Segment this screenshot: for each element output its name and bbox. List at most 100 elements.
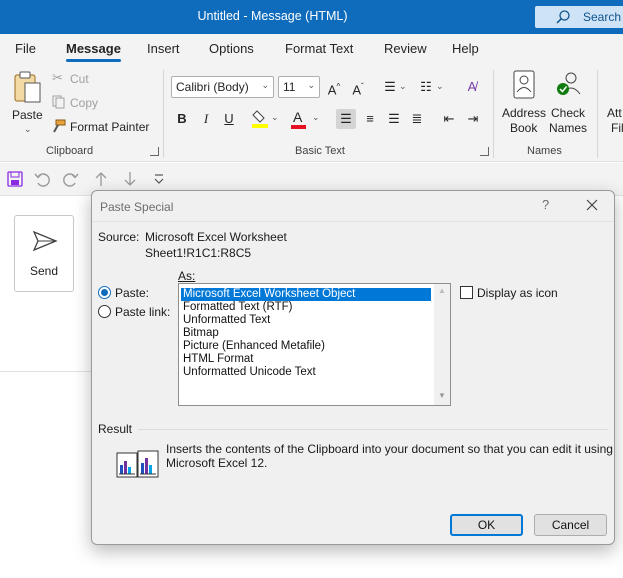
- result-divider: [138, 429, 608, 430]
- result-description-2: Microsoft Excel 12.: [166, 456, 268, 470]
- paste-radio[interactable]: [98, 286, 111, 299]
- basic-text-launcher-icon[interactable]: [480, 147, 489, 156]
- search-box[interactable]: Search: [535, 6, 623, 28]
- copy-label: Copy: [70, 96, 99, 110]
- chevron-down-icon: ⌄: [261, 80, 269, 90]
- bullets-icon[interactable]: ☰: [380, 77, 400, 97]
- paste-button[interactable]: Paste ⌄: [8, 70, 48, 140]
- decrease-indent-icon[interactable]: ⇤: [439, 109, 459, 129]
- result-description-1: Inserts the contents of the Clipboard in…: [166, 442, 613, 456]
- paste-label: Paste: [12, 108, 43, 122]
- chevron-down-icon: ⌄: [24, 124, 32, 134]
- tab-message[interactable]: Message: [66, 41, 121, 62]
- ribbon: Paste ⌄ ✂ Cut Copy Format Painter Clipbo…: [0, 64, 623, 162]
- font-name-select[interactable]: Calibri (Body) ⌄: [171, 76, 274, 98]
- arrow-up-icon[interactable]: [92, 170, 110, 188]
- redo-icon[interactable]: [62, 170, 80, 188]
- ok-button[interactable]: OK: [450, 514, 523, 536]
- excel-object-icon: [116, 450, 159, 478]
- chevron-down-icon: ⌄: [312, 112, 320, 122]
- font-color-swatch: [291, 125, 306, 129]
- numbering-icon[interactable]: ☷: [416, 77, 436, 97]
- copy-icon: [52, 95, 65, 109]
- arrow-down-icon[interactable]: [121, 170, 139, 188]
- check-names-button[interactable]: Check Names: [548, 70, 592, 142]
- scissors-icon: ✂: [52, 70, 63, 85]
- increase-indent-icon[interactable]: ⇥: [463, 109, 483, 129]
- bold-button[interactable]: B: [172, 109, 192, 129]
- window-title: Untitled - Message (HTML): [197, 9, 348, 23]
- scroll-up-icon[interactable]: ▲: [438, 286, 446, 295]
- group-separator: [163, 70, 164, 158]
- send-button[interactable]: Send: [14, 215, 74, 292]
- justify-icon[interactable]: ≣: [407, 109, 427, 129]
- clear-formatting-icon[interactable]: A̸: [462, 77, 482, 97]
- title-divider: [92, 221, 614, 222]
- source-value: Microsoft Excel Worksheet: [145, 230, 287, 244]
- grow-font-icon[interactable]: A^: [324, 77, 344, 97]
- group-separator: [493, 70, 494, 158]
- close-icon[interactable]: [586, 199, 598, 211]
- align-center-icon[interactable]: ≡: [360, 109, 380, 129]
- align-left-icon[interactable]: ☰: [336, 109, 356, 129]
- display-as-icon-checkbox[interactable]: [460, 286, 473, 299]
- underline-button[interactable]: U: [219, 109, 239, 129]
- customize-toolbar-icon[interactable]: [150, 170, 168, 188]
- font-name-value: Calibri (Body): [176, 80, 249, 94]
- format-painter-button[interactable]: Format Painter: [52, 118, 152, 136]
- highlighter-icon: [252, 110, 268, 128]
- attach-file-label-1[interactable]: Att: [607, 106, 622, 120]
- format-listbox[interactable]: Microsoft Excel Worksheet Object Formatt…: [178, 283, 451, 406]
- list-item[interactable]: Picture (Enhanced Metafile): [181, 340, 431, 353]
- clipboard-launcher-icon[interactable]: [150, 147, 159, 156]
- send-icon: [32, 230, 58, 252]
- source-label: Source:: [98, 230, 140, 244]
- font-color-button[interactable]: A ⌄: [290, 109, 320, 131]
- list-item[interactable]: Formatted Text (RTF): [181, 301, 431, 314]
- align-right-icon[interactable]: ☰: [384, 109, 404, 129]
- font-color-icon: A: [293, 109, 303, 125]
- chevron-down-icon[interactable]: ⌄: [399, 81, 407, 92]
- search-label: Search: [583, 10, 622, 24]
- help-button[interactable]: ?: [542, 197, 549, 212]
- tab-format-text[interactable]: Format Text: [285, 41, 353, 56]
- chevron-down-icon[interactable]: ⌄: [436, 81, 444, 92]
- ribbon-tabs: File Message Insert Options Format Text …: [0, 34, 623, 64]
- cancel-button[interactable]: Cancel: [534, 514, 607, 536]
- display-as-icon-label[interactable]: Display as icon: [477, 286, 558, 300]
- paste-radio-label[interactable]: Paste:: [115, 286, 149, 300]
- check-names-label-1: Check: [551, 106, 586, 120]
- address-book-button[interactable]: Address Book: [498, 70, 550, 142]
- address-book-label-2: Book: [510, 121, 538, 135]
- list-item[interactable]: HTML Format: [181, 353, 431, 366]
- paste-icon: [14, 71, 41, 103]
- search-icon: [556, 10, 570, 24]
- tab-insert[interactable]: Insert: [147, 41, 180, 56]
- as-label: As:: [178, 269, 196, 283]
- highlight-button[interactable]: ⌄: [251, 109, 281, 131]
- shrink-font-icon[interactable]: Aˇ: [348, 77, 368, 97]
- tab-file[interactable]: File: [15, 41, 36, 56]
- font-size-select[interactable]: 11 ⌄: [278, 76, 320, 98]
- tab-review[interactable]: Review: [384, 41, 427, 56]
- scroll-down-icon[interactable]: ▼: [438, 391, 446, 400]
- italic-button[interactable]: I: [196, 109, 216, 129]
- tab-options[interactable]: Options: [209, 41, 254, 56]
- list-item[interactable]: Bitmap: [181, 327, 431, 340]
- list-item[interactable]: Unformatted Text: [181, 314, 431, 327]
- undo-icon[interactable]: [33, 170, 51, 188]
- cut-button[interactable]: ✂ Cut: [52, 70, 112, 88]
- paste-special-dialog: Paste Special ? Source: Microsoft Excel …: [91, 190, 615, 545]
- tab-help[interactable]: Help: [452, 41, 479, 56]
- list-item[interactable]: Unformatted Unicode Text: [181, 366, 431, 379]
- format-painter-label: Format Painter: [70, 120, 150, 134]
- paste-link-radio[interactable]: [98, 305, 111, 318]
- list-item[interactable]: Microsoft Excel Worksheet Object: [181, 288, 431, 301]
- copy-button[interactable]: Copy: [52, 94, 112, 112]
- result-label: Result: [98, 422, 133, 436]
- listbox-scrollbar[interactable]: ▲ ▼: [434, 284, 450, 405]
- save-icon[interactable]: [6, 170, 24, 188]
- attach-file-label-2[interactable]: Fil: [611, 121, 623, 135]
- send-label: Send: [29, 264, 59, 278]
- paste-link-radio-label[interactable]: Paste link:: [115, 305, 170, 319]
